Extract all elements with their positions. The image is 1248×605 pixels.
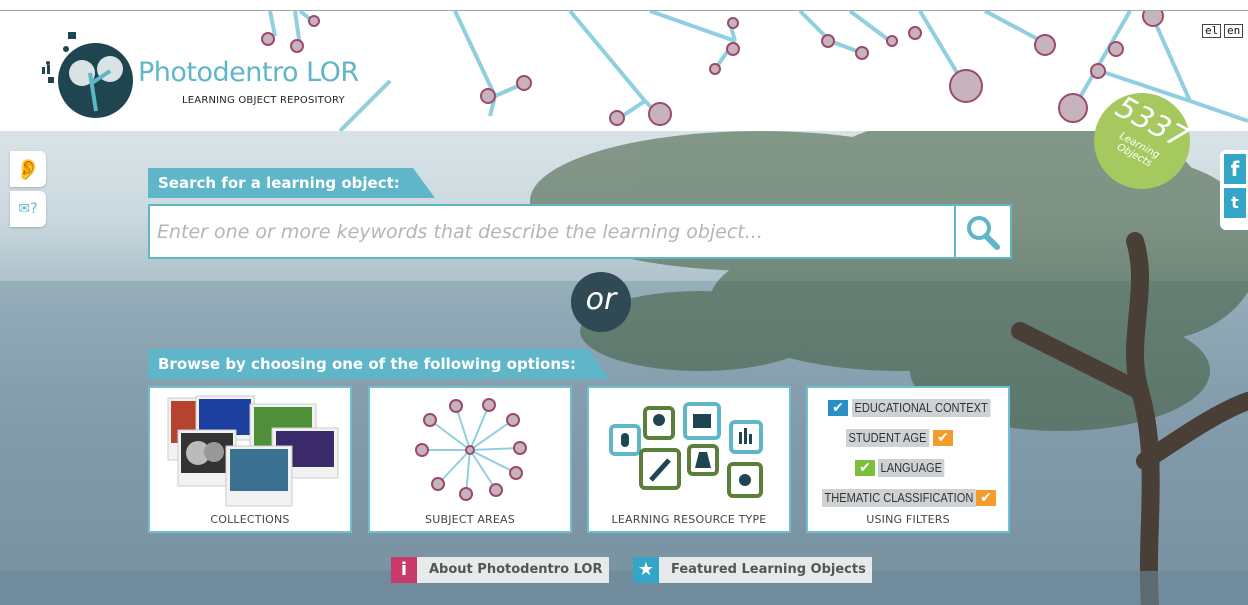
search-icon	[967, 216, 1000, 250]
collections-label: COLLECTIONS	[210, 513, 290, 526]
star-icon: ★	[633, 557, 659, 583]
accessibility-button[interactable]: 👂	[10, 151, 46, 187]
subject-areas-icon	[415, 398, 527, 501]
check-icon: ✔	[855, 460, 875, 476]
feedback-button[interactable]: ✉?	[10, 191, 46, 227]
check-icon: ✔	[933, 430, 953, 446]
feedback-icon: ✉?	[18, 201, 38, 217]
filter-language: LANGUAGE	[878, 459, 945, 477]
logo-title: Photodentro LOR	[138, 57, 359, 88]
browse-heading: Browse by choosing one of the following …	[148, 349, 610, 379]
learning-resource-type-card[interactable]: LEARNING RESOURCE TYPE	[587, 386, 791, 533]
filter-educational-context: EDUCATIONAL CONTEXT	[852, 399, 991, 417]
learning-resource-type-label: LEARNING RESOURCE TYPE	[611, 513, 767, 526]
check-icon: ✔	[976, 490, 996, 506]
logo-subtitle: LEARNING OBJECT REPOSITORY	[182, 95, 345, 106]
featured-link[interactable]: ★ Featured Learning Objects	[633, 557, 872, 583]
language-en-link[interactable]: en	[1224, 24, 1244, 38]
language-el-link[interactable]: el	[1202, 24, 1222, 38]
info-icon: i	[391, 557, 417, 583]
facebook-icon[interactable]: f	[1224, 154, 1246, 184]
collections-icon	[167, 395, 339, 507]
filter-thematic-classification: THEMATIC CLASSIFICATION	[822, 489, 976, 507]
filter-student-age: STUDENT AGE	[846, 429, 929, 447]
learning-resource-type-icon	[609, 402, 763, 498]
featured-link-label: Featured Learning Objects	[659, 557, 872, 583]
site-header: Photodentro LOR LEARNING OBJECT REPOSITO…	[0, 11, 1248, 131]
check-icon: ✔	[828, 400, 848, 416]
or-separator: or	[571, 272, 631, 332]
using-filters-card[interactable]: ✔ EDUCATIONAL CONTEXT STUDENT AGE ✔ ✔ LA…	[806, 386, 1010, 533]
accessibility-icon: 👂	[15, 157, 41, 181]
search-input[interactable]	[155, 206, 949, 258]
about-link[interactable]: i About Photodentro LOR	[391, 557, 609, 583]
twitter-icon[interactable]: t	[1224, 188, 1246, 218]
social-bar: f t	[1220, 150, 1248, 230]
about-link-label: About Photodentro LOR	[417, 557, 609, 583]
subject-areas-label: SUBJECT AREAS	[425, 513, 515, 526]
logo-emblem	[58, 43, 133, 118]
using-filters-label: USING FILTERS	[866, 513, 950, 526]
search-heading: Search for a learning object:	[148, 168, 435, 198]
search-button[interactable]	[956, 204, 1012, 259]
search-box	[148, 204, 956, 259]
site-logo[interactable]: Photodentro LOR LEARNING OBJECT REPOSITO…	[40, 29, 390, 124]
subject-areas-card[interactable]: SUBJECT AREAS	[368, 386, 572, 533]
collections-card[interactable]: COLLECTIONS	[148, 386, 352, 533]
